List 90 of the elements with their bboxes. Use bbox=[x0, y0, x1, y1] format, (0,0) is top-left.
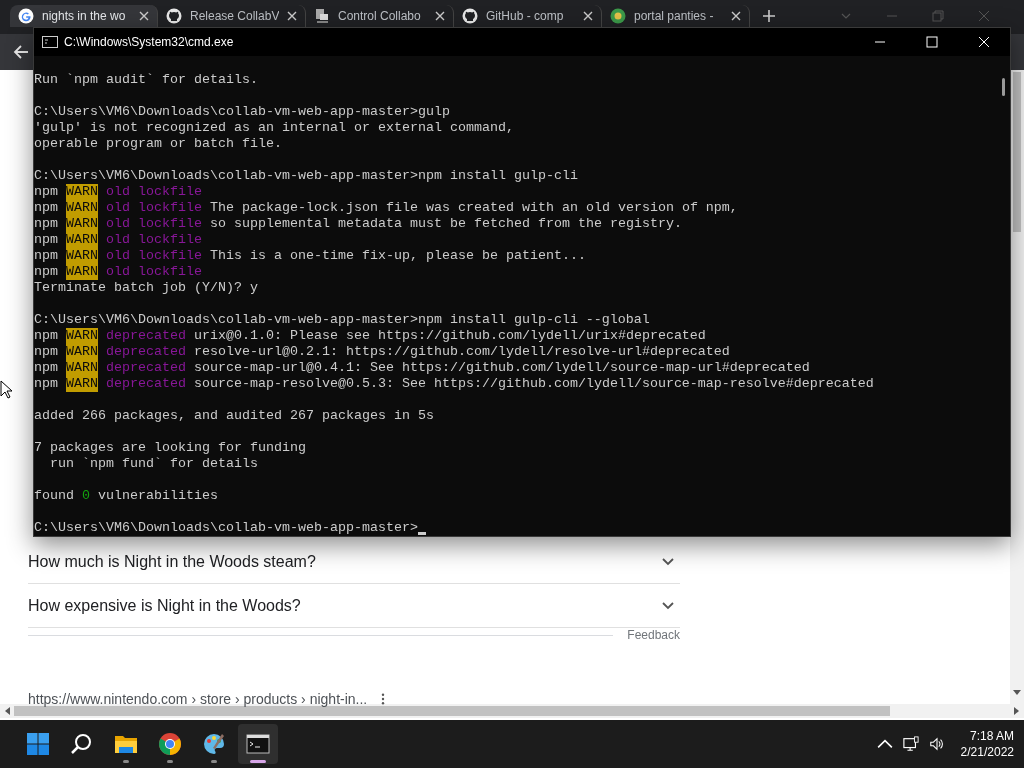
warn-label: WARN bbox=[66, 200, 98, 216]
console-text: resolve-url@0.2.1: https://github.com/lydell/resolve-url#deprecated bbox=[194, 344, 730, 360]
console-text: npm bbox=[34, 184, 58, 200]
computer-icon bbox=[314, 8, 330, 24]
tab-title: nights in the wo bbox=[42, 9, 127, 23]
console-text: This is a one-time fix-up, please be patient... bbox=[210, 248, 586, 264]
console-text: found bbox=[34, 488, 74, 504]
clock-time: 7:18 AM bbox=[969, 728, 1014, 744]
terminal-icon bbox=[42, 36, 58, 48]
warn-label: WARN bbox=[66, 264, 98, 280]
console-text: so supplemental metadata must be fetched from the registry. bbox=[210, 216, 682, 232]
console-text: deprecated bbox=[106, 344, 186, 360]
faq-question[interactable]: How much is Night in the Woods steam? bbox=[28, 540, 680, 584]
scrollbar-thumb[interactable] bbox=[14, 706, 890, 716]
console-text: C:\Users\VM6\Downloads\collab-vm-web-app-master>npm install gulp-cli bbox=[34, 168, 578, 184]
console-text: npm bbox=[34, 216, 58, 232]
scrollbar-thumb[interactable] bbox=[1001, 78, 1005, 96]
clock-date: 2/21/2022 bbox=[960, 744, 1014, 760]
scroll-right-icon[interactable] bbox=[1014, 707, 1020, 715]
console-text: source-map-resolve@0.5.3: See https://github.com/lydell/source-map-resolve#deprecated bbox=[194, 376, 874, 392]
console-text: old lockfile bbox=[106, 264, 202, 280]
palette-icon bbox=[202, 732, 226, 756]
new-tab-icon[interactable] bbox=[762, 9, 776, 23]
terminal-icon bbox=[246, 732, 270, 756]
volume-icon[interactable] bbox=[928, 736, 945, 752]
github-icon bbox=[462, 8, 478, 24]
google-icon bbox=[18, 8, 34, 24]
search-icon bbox=[70, 732, 94, 756]
taskbar-app[interactable] bbox=[238, 724, 278, 764]
console-text: source-map-url@0.4.1: See https://github.com/lydell/source-map-url#deprecated bbox=[194, 360, 810, 376]
console-text: added 266 packages, and audited 267 packages in 5s bbox=[34, 408, 434, 424]
tab-title: GitHub - comp bbox=[486, 9, 565, 23]
feedback-link[interactable]: Feedback bbox=[627, 628, 680, 642]
warn-label: WARN bbox=[66, 216, 98, 232]
scrollbar-thumb[interactable] bbox=[1013, 72, 1021, 232]
console-text: npm bbox=[34, 360, 58, 376]
globe-icon bbox=[610, 8, 626, 24]
console-text: old lockfile bbox=[106, 248, 202, 264]
chevron-down-icon bbox=[662, 601, 674, 610]
console-text: operable program or batch file. bbox=[34, 136, 282, 152]
console-text: C:\Users\VM6\Downloads\collab-vm-web-app-master>npm install gulp-cli --global bbox=[34, 312, 650, 328]
scroll-down-icon[interactable] bbox=[1013, 690, 1021, 696]
warn-label: WARN bbox=[66, 376, 98, 392]
console-text: deprecated bbox=[106, 376, 186, 392]
console-text: vulnerabilities bbox=[98, 488, 218, 504]
faq-question[interactable]: How expensive is Night in the Woods? bbox=[28, 584, 680, 628]
maximize-icon[interactable] bbox=[926, 36, 938, 48]
back-arrow-icon[interactable] bbox=[13, 44, 29, 60]
console-text: The package-lock.json file was created with an old version of npm, bbox=[210, 200, 738, 216]
network-icon[interactable] bbox=[902, 736, 919, 752]
chrome-icon bbox=[158, 732, 182, 756]
console-text: npm bbox=[34, 344, 58, 360]
console-text: 0 bbox=[82, 488, 90, 504]
console-text: old lockfile bbox=[106, 184, 202, 200]
chevron-down-icon bbox=[662, 557, 674, 566]
console-text: npm bbox=[34, 376, 58, 392]
console-text: C:\Users\VM6\Downloads\collab-vm-web-app-master>gulp bbox=[34, 104, 450, 120]
console-text: old lockfile bbox=[106, 216, 202, 232]
console-text: old lockfile bbox=[106, 200, 202, 216]
window-title: C:\Windows\System32\cmd.exe bbox=[64, 35, 234, 49]
console-text: old lockfile bbox=[106, 232, 202, 248]
warn-label: WARN bbox=[66, 184, 98, 200]
console-text: run `npm fund` for details bbox=[49, 456, 258, 472]
scroll-left-icon[interactable] bbox=[4, 707, 10, 715]
tab-title: Control Collabo bbox=[338, 9, 422, 23]
console-text: npm bbox=[34, 328, 58, 344]
console-text: npm bbox=[34, 200, 58, 216]
warn-label: WARN bbox=[66, 232, 98, 248]
console-text: urix@0.1.0: Please see https://github.com/lydell/urix#deprecated bbox=[194, 328, 706, 344]
console-text: npm bbox=[34, 248, 58, 264]
console-text: npm bbox=[34, 264, 58, 280]
more-options-icon[interactable] bbox=[381, 693, 386, 705]
warn-label: WARN bbox=[66, 360, 98, 376]
github-icon bbox=[166, 8, 182, 24]
warn-label: WARN bbox=[66, 344, 98, 360]
warn-label: WARN bbox=[66, 248, 98, 264]
console-text: 7 packages are looking for funding bbox=[34, 440, 306, 456]
console-text: Terminate batch job (Y/N)? y bbox=[34, 280, 258, 296]
console-text: npm bbox=[34, 232, 58, 248]
console-text: deprecated bbox=[106, 328, 186, 344]
console-text: deprecated bbox=[106, 360, 186, 376]
tab-title: Release CollabV bbox=[190, 9, 279, 23]
console-text: C:\Users\VM6\Downloads\collab-vm-web-app-master> bbox=[34, 520, 418, 536]
console-text: 'gulp' is not recognized as an internal or external command, bbox=[34, 120, 514, 136]
browser-tab[interactable]: nights in the wo bbox=[10, 5, 158, 27]
warn-label: WARN bbox=[66, 328, 98, 344]
console-text: Run `npm audit` for details. bbox=[34, 72, 258, 88]
result-url[interactable]: https://www.nintendo.com › store › products › night-in... bbox=[28, 691, 368, 707]
windows-logo-icon bbox=[26, 732, 50, 756]
tab-title: portal panties - bbox=[634, 9, 715, 23]
